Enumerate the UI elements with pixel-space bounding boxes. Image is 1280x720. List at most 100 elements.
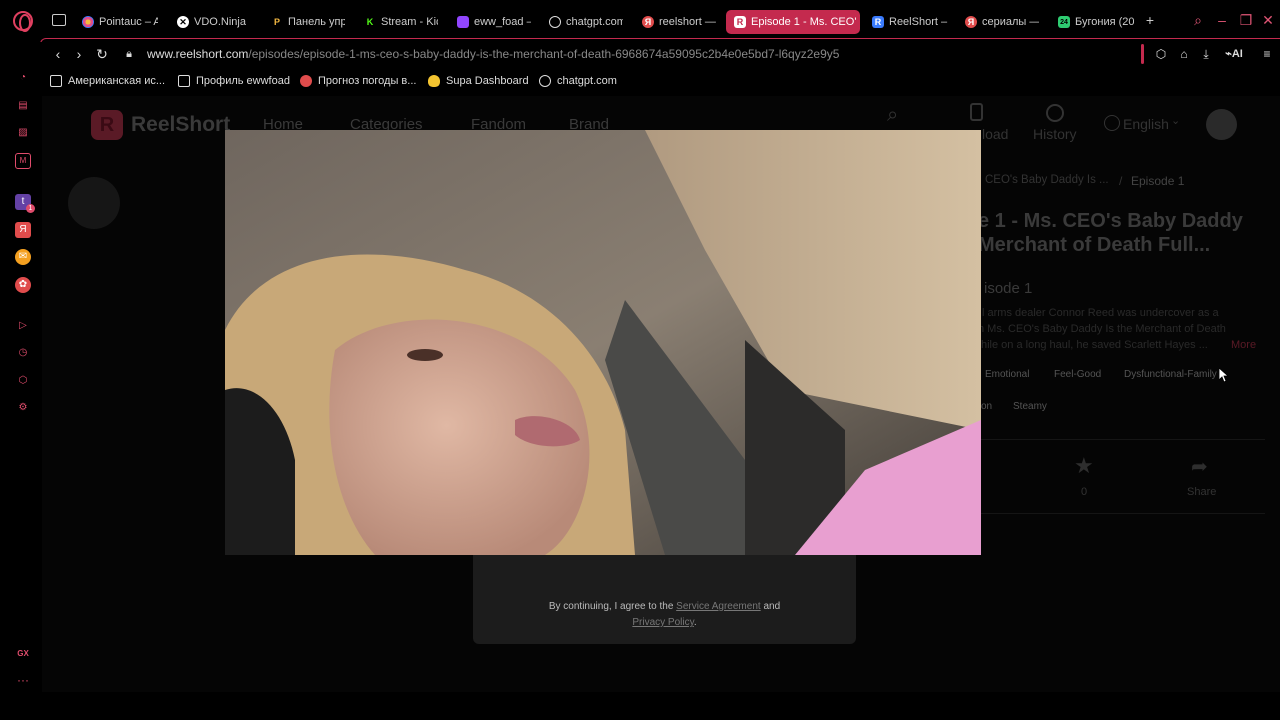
tag-partial[interactable]: on [981,401,992,412]
maximize-icon[interactable]: ❐ [1238,12,1254,28]
aria-ai-button[interactable]: ⌁AI [1222,46,1246,62]
star-icon[interactable]: ★ [1074,453,1094,479]
weather-favicon-icon [300,75,312,87]
divider [981,513,1265,514]
yandex-sidebar-icon[interactable]: Я [15,222,31,238]
tab-kick-stream[interactable]: K Stream - Kic [362,10,438,34]
close-window-icon[interactable]: ✕ [1260,12,1276,28]
privacy-policy-link[interactable]: Privacy Policy [632,617,694,628]
minimize-icon[interactable]: – [1214,12,1230,28]
tab-label: Episode 1 - Ms. CEO' [751,16,857,28]
back-icon[interactable]: ‹ [50,46,66,62]
site-search-icon[interactable]: ⌕ [887,104,898,127]
url-path: /episodes/episode-1-ms-ceo-s-baby-daddy-… [248,47,840,61]
language-selector[interactable]: English [1123,116,1169,132]
logo-text: ReelShort [131,113,231,136]
aria-sidebar-icon[interactable]: ◔ [15,70,31,86]
episode-title-line1: e 1 - Ms. CEO's Baby Daddy [978,210,1243,232]
chatgpt-favicon-icon [549,16,561,28]
service-agreement-link[interactable]: Service Agreement [676,601,761,612]
tab-serialy[interactable]: Я сериалы — [963,10,1039,34]
bookmark-weather[interactable]: Прогноз погоды в... [300,75,416,87]
extensions-icon[interactable]: ⬡ [1153,46,1169,62]
breadcrumb-series[interactable]: CEO's Baby Daddy Is ... [985,174,1109,186]
tab-twitch[interactable]: eww_foad – [455,10,531,34]
tab-panel[interactable]: P Панель упр [269,10,345,34]
sidebar-more-icon[interactable]: ··· [15,672,31,688]
tab-label: chatgpt.com [566,16,623,28]
tab-vdo-ninja[interactable]: ✕ VDO.Ninja [175,10,255,34]
new-tab-plus-icon[interactable]: + [1142,12,1158,28]
browser-tab-bar: Pointauc – A ✕ VDO.Ninja P Панель упр K … [0,0,1280,42]
episode-subtitle: isode 1 [984,280,1033,297]
duck-favicon-icon [428,75,440,87]
search-tabs-icon[interactable]: ⌕ [1190,12,1206,28]
reload-icon[interactable]: ↻ [94,46,110,62]
tag-feel-good[interactable]: Feel-Good [1054,369,1101,380]
opera-sidebar: ◔ ▤ ▨ M t 1 Я ✉ ✿ ▷ ◷ ⬡ ⚙ GX ··· [0,42,42,692]
reelshort-logo[interactable]: R ReelShort [91,110,230,140]
wallpaper-sidebar-icon[interactable]: ▨ [15,125,31,141]
tab-chatgpt[interactable]: chatgpt.com [547,10,623,34]
nav-history[interactable]: History [1033,126,1077,142]
opera-logo-icon[interactable] [13,11,33,32]
more-link[interactable]: More [1231,339,1256,351]
tab-episode-1-active[interactable]: R Episode 1 - Ms. CEO' [726,10,860,34]
forward-icon[interactable]: › [71,46,87,62]
extensions-sidebar-icon[interactable]: ⬡ [15,373,31,389]
bookmark-american-history[interactable]: Американская ис... [50,75,165,87]
user-avatar[interactable] [1206,109,1237,140]
history-sidebar-icon[interactable]: ◷ [15,345,31,361]
nav-download[interactable]: load [982,126,1008,142]
bookmark-supa-dashboard[interactable]: Supa Dashboard [428,75,529,87]
tag-emotional[interactable]: Emotional [985,369,1029,380]
tab-bugonia[interactable]: 24 Бугония (20 [1056,10,1134,34]
yandex-favicon-icon: Я [965,16,977,28]
tab-pointauc[interactable]: Pointauc – A [80,10,158,34]
ai-label: AI [1231,48,1243,60]
bookmark-profile[interactable]: Профиль ewwfoad [178,75,290,87]
tab-overview-icon[interactable] [52,14,66,26]
pointauc-favicon-icon [82,16,94,28]
play-sidebar-icon[interactable]: ▷ [15,318,31,334]
tab-reelshort-search[interactable]: Я reelshort — [640,10,716,34]
description-line1: l arms dealer Connor Reed was undercover… [982,307,1219,319]
webcam-frame-image [225,130,981,555]
episode-thumbnail[interactable] [68,177,120,229]
tag-steamy[interactable]: Steamy [1013,401,1047,412]
address-bar-accent [1141,44,1144,64]
bookmark-label: Supa Dashboard [446,75,529,87]
tab-reelshort[interactable]: R ReelShort – [870,10,948,34]
yandex-favicon-icon: Я [642,16,654,28]
terms-prefix: By continuing, I agree to the [548,601,677,612]
address-field[interactable]: www.reelshort.com/episodes/episode-1-ms-… [147,47,839,61]
divider [981,439,1265,440]
share-arrow-icon[interactable]: ➦ [1191,454,1208,479]
breadcrumb-current: Episode 1 [1131,174,1185,188]
tab-label: Pointauc – A [99,16,158,28]
tab-label: Бугония (20 [1075,16,1134,28]
document-icon [178,75,190,87]
bookmark-chatgpt[interactable]: chatgpt.com [539,75,617,87]
terms-and: and [760,601,781,612]
snapshot-icon[interactable]: ⌂ [1176,46,1192,62]
twitch-favicon-icon [457,16,469,28]
panel-favicon-icon: P [273,17,280,27]
player-sidebar-icon[interactable]: ▤ [15,98,31,114]
download-icon[interactable]: ⤓ [1198,46,1214,62]
messenger-sidebar-icon[interactable]: M [15,153,31,169]
share-label[interactable]: Share [1187,486,1216,498]
description-line3: hile on a long haul, he saved Scarlett H… [981,339,1208,351]
mail-sidebar-icon[interactable]: ✉ [15,249,31,265]
tab-label: eww_foad – [474,16,531,28]
webcam-video-overlay [225,130,981,555]
easy-setup-icon[interactable]: ≡ [1259,46,1275,62]
tab-label: сериалы — [982,16,1039,28]
app-sidebar-icon[interactable]: ✿ [15,277,31,293]
bookmark-label: Американская ис... [68,75,166,87]
lock-icon[interactable]: 🔒︎ [121,46,137,62]
reelshort-favicon-icon: R [734,16,746,28]
tag-dysfunctional-family[interactable]: Dysfunctional-Family [1124,369,1217,380]
like-count: 0 [1081,486,1088,498]
settings-gear-icon[interactable]: ⚙ [15,400,31,416]
